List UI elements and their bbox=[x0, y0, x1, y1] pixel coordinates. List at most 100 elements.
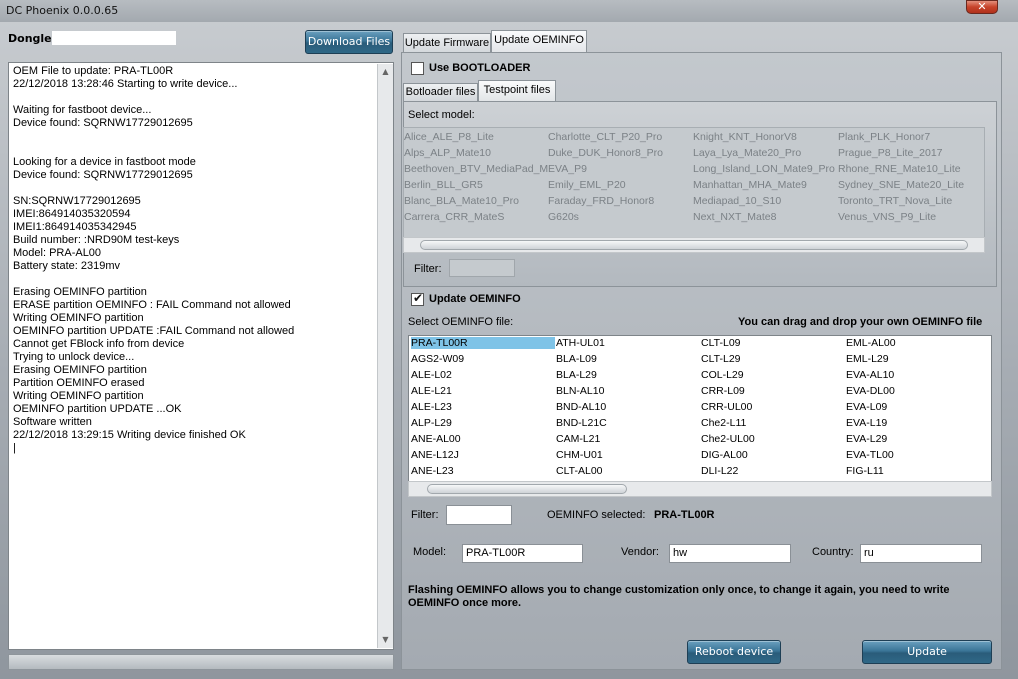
oeminfo-file-list[interactable]: PRA-TL00R AGS2-W09 ALE-L02 ALE-L21 ALE-L23 AL… bbox=[408, 335, 992, 497]
scroll-down-icon[interactable]: ▼ bbox=[380, 634, 391, 646]
oeminfo-item[interactable]: ANE-L12J bbox=[411, 449, 459, 461]
oeminfo-item[interactable]: ANE-AL00 bbox=[411, 433, 461, 445]
oeminfo-item[interactable]: CLT-L29 bbox=[701, 353, 741, 365]
oeminfo-selected-label: OEMINFO selected: bbox=[547, 509, 646, 521]
model-item[interactable]: G620s bbox=[548, 211, 579, 223]
tab-bootloader-files[interactable]: Botloader files bbox=[403, 83, 478, 101]
truncated-column-marker bbox=[991, 452, 992, 460]
log-text: OEM File to update: PRA-TL00R 22/12/2018… bbox=[13, 65, 295, 454]
update-oeminfo-checkbox[interactable] bbox=[411, 291, 424, 306]
oeminfo-item[interactable]: EVA-L29 bbox=[846, 433, 887, 445]
dongle-value-redacted bbox=[52, 31, 176, 45]
model-item[interactable]: Next_NXT_Mate8 bbox=[693, 211, 776, 223]
oeminfo-item[interactable]: CAM-L21 bbox=[556, 433, 600, 445]
oeminfo-item[interactable]: Che2-L11 bbox=[701, 417, 746, 429]
oeminfo-item[interactable]: FIG-L11 bbox=[846, 465, 884, 477]
log-scrollbar[interactable]: ▲ ▼ bbox=[377, 64, 393, 648]
model-item[interactable]: Beethoven_BTV_MediaPad_M bbox=[404, 163, 548, 175]
oeminfo-item[interactable]: BLA-L29 bbox=[556, 369, 597, 381]
country-label: Country: bbox=[812, 546, 854, 558]
model-item[interactable]: EVA_P9 bbox=[548, 163, 587, 175]
oeminfo-filter-input[interactable] bbox=[446, 505, 512, 525]
vendor-field[interactable]: hw bbox=[669, 544, 791, 563]
download-files-button[interactable]: Download Files bbox=[305, 30, 393, 54]
reboot-device-button[interactable]: Reboot device bbox=[687, 640, 781, 664]
model-item[interactable]: Charlotte_CLT_P20_Pro bbox=[548, 131, 662, 143]
model-item[interactable]: Alps_ALP_Mate10 bbox=[404, 147, 491, 159]
model-item[interactable]: Manhattan_MHA_Mate9 bbox=[693, 179, 807, 191]
model-item[interactable]: Prague_P8_Lite_2017 bbox=[838, 147, 943, 159]
close-icon[interactable]: ✕ bbox=[966, 0, 998, 14]
oeminfo-item[interactable]: CRR-UL00 bbox=[701, 401, 752, 413]
oeminfo-item[interactable]: EML-AL00 bbox=[846, 337, 896, 349]
oeminfo-item[interactable]: ALE-L23 bbox=[411, 401, 452, 413]
scroll-thumb[interactable] bbox=[427, 484, 627, 494]
truncated-column-marker bbox=[991, 404, 992, 412]
model-filter-input[interactable] bbox=[449, 259, 515, 277]
scroll-thumb[interactable] bbox=[420, 240, 968, 250]
progress-bar bbox=[8, 654, 394, 670]
oeminfo-item[interactable]: ATH-UL01 bbox=[556, 337, 605, 349]
oeminfo-item[interactable]: COL-L29 bbox=[701, 369, 744, 381]
model-list-hscrollbar[interactable] bbox=[403, 237, 985, 253]
oeminfo-item[interactable]: ANE-L23 bbox=[411, 465, 454, 477]
model-item[interactable]: Alice_ALE_P8_Lite bbox=[404, 131, 494, 143]
update-button[interactable]: Update bbox=[862, 640, 992, 664]
select-oeminfo-label: Select OEMINFO file: bbox=[408, 316, 514, 328]
oeminfo-item[interactable]: Che2-UL00 bbox=[701, 433, 755, 445]
oeminfo-item[interactable]: BLA-L09 bbox=[556, 353, 597, 365]
log-output[interactable]: OEM File to update: PRA-TL00R 22/12/2018… bbox=[8, 62, 394, 650]
model-label: Model: bbox=[413, 546, 447, 558]
oeminfo-item[interactable]: CRR-L09 bbox=[701, 385, 745, 397]
tab-update-oeminfo[interactable]: Update OEMINFO bbox=[491, 30, 587, 53]
oeminfo-item[interactable]: ALP-L29 bbox=[411, 417, 452, 429]
model-item[interactable]: Long_Island_LON_Mate9_Pro bbox=[693, 163, 835, 175]
oeminfo-item-selected[interactable]: PRA-TL00R bbox=[411, 337, 555, 349]
country-field[interactable]: ru bbox=[860, 544, 982, 563]
oeminfo-item[interactable]: EVA-L09 bbox=[846, 401, 887, 413]
model-item[interactable]: Berlin_BLL_GR5 bbox=[404, 179, 483, 191]
oeminfo-item[interactable]: ALE-L21 bbox=[411, 385, 452, 397]
oeminfo-item[interactable]: EVA-L19 bbox=[846, 417, 887, 429]
model-item[interactable]: Toronto_TRT_Nova_Lite bbox=[838, 195, 952, 207]
oeminfo-item[interactable]: ALE-L02 bbox=[411, 369, 452, 381]
oeminfo-item[interactable]: CLT-L09 bbox=[701, 337, 741, 349]
model-item[interactable]: Rhone_RNE_Mate10_Lite bbox=[838, 163, 961, 175]
model-item[interactable]: Laya_Lya_Mate20_Pro bbox=[693, 147, 801, 159]
truncated-column-marker bbox=[991, 436, 992, 444]
model-item[interactable]: Sydney_SNE_Mate20_Lite bbox=[838, 179, 964, 191]
oeminfo-item[interactable]: EVA-AL10 bbox=[846, 369, 894, 381]
select-model-label: Select model: bbox=[408, 109, 475, 121]
oeminfo-item[interactable]: CLT-AL00 bbox=[556, 465, 603, 477]
model-item[interactable]: Plank_PLK_Honor7 bbox=[838, 131, 930, 143]
model-item[interactable]: Mediapad_10_S10 bbox=[693, 195, 781, 207]
oeminfo-item[interactable]: BND-AL10 bbox=[556, 401, 606, 413]
model-filter-label: Filter: bbox=[414, 263, 442, 275]
use-bootloader-checkbox[interactable] bbox=[411, 62, 424, 75]
truncated-column-marker bbox=[991, 356, 992, 364]
model-item[interactable]: Emily_EML_P20 bbox=[548, 179, 626, 191]
truncated-column-marker bbox=[991, 420, 992, 428]
model-item[interactable]: Venus_VNS_P9_Lite bbox=[838, 211, 936, 223]
model-item[interactable]: Duke_DUK_Honor8_Pro bbox=[548, 147, 663, 159]
scroll-up-icon[interactable]: ▲ bbox=[380, 66, 391, 78]
oeminfo-item[interactable]: EVA-TL00 bbox=[846, 449, 894, 461]
oeminfo-item[interactable]: AGS2-W09 bbox=[411, 353, 464, 365]
oeminfo-item[interactable]: EVA-DL00 bbox=[846, 385, 895, 397]
tab-testpoint-files[interactable]: Testpoint files bbox=[478, 80, 556, 101]
oeminfo-list-hscrollbar[interactable] bbox=[408, 481, 992, 497]
model-list[interactable]: Alice_ALE_P8_Lite Alps_ALP_Mate10 Beethove… bbox=[403, 127, 985, 239]
model-item[interactable]: Faraday_FRD_Honor8 bbox=[548, 195, 654, 207]
model-field[interactable]: PRA-TL00R bbox=[462, 544, 583, 563]
model-item[interactable]: Knight_KNT_HonorV8 bbox=[693, 131, 797, 143]
tab-update-firmware[interactable]: Update Firmware bbox=[403, 33, 491, 53]
oeminfo-item[interactable]: BND-L21C bbox=[556, 417, 607, 429]
model-item[interactable]: Carrera_CRR_MateS bbox=[404, 211, 504, 223]
oeminfo-item[interactable]: CHM-U01 bbox=[556, 449, 603, 461]
oeminfo-item[interactable]: DLI-L22 bbox=[701, 465, 738, 477]
model-item[interactable]: Blanc_BLA_Mate10_Pro bbox=[404, 195, 519, 207]
oeminfo-item[interactable]: DIG-AL00 bbox=[701, 449, 748, 461]
oeminfo-item[interactable]: EML-L29 bbox=[846, 353, 889, 365]
oeminfo-item[interactable]: BLN-AL10 bbox=[556, 385, 604, 397]
title-bar bbox=[0, 0, 1018, 22]
